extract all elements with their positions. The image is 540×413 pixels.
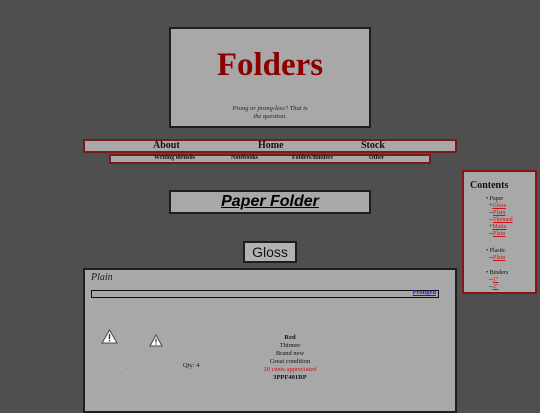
main-nav: About Home Stock — [83, 139, 457, 153]
contents-group-label: Plastic — [486, 248, 506, 255]
product-tab-bar: Pronged — [91, 289, 439, 298]
product-details: Red Thinner Brand new Great condition 20… — [235, 334, 345, 382]
detail-condition-2: Great condition — [269, 358, 311, 365]
contents-link-themed[interactable]: Themed — [493, 217, 513, 223]
site-title: Folders — [216, 47, 324, 83]
tagline-line-1: Prong or prong-less? That is — [232, 105, 308, 112]
pronged-link[interactable]: Pronged — [413, 289, 436, 296]
detail-thickness: Thinner — [279, 342, 301, 349]
tagline-line-2: the question. — [253, 113, 287, 121]
nav-stock[interactable]: Stock — [361, 140, 385, 151]
detail-color: Red — [284, 334, 296, 341]
detail-condition-1: Brand new — [275, 350, 305, 357]
contents-group-binders: Binders --1" --2" — [486, 270, 508, 291]
warning-icon — [101, 329, 118, 344]
nav-notebooks[interactable]: Notebooks — [231, 155, 258, 161]
sub-nav: Writing utensils Notebooks Folders/Binde… — [109, 154, 431, 164]
contents-link-matte[interactable]: Matte — [492, 224, 506, 230]
contents-link-plastic-plain[interactable]: Plain — [493, 255, 505, 261]
contents-link-plain[interactable]: Plain — [493, 210, 505, 216]
placeholder-dot: . — [127, 366, 129, 371]
contents-link-matte-plain[interactable]: Plain — [493, 231, 505, 237]
quantity-label: Qty: 4 — [183, 362, 200, 369]
contents-group-label: Paper — [486, 196, 513, 203]
contents-group-paper: Paper +Gloss --Plain --Themed +Matte --P… — [486, 196, 513, 238]
contents-group-label: Binders — [486, 270, 509, 277]
gloss-heading-box: Gloss — [243, 241, 297, 263]
contents-title: Contents — [470, 180, 509, 191]
section-title: Paper Folder — [221, 193, 319, 210]
product-panel: Plain Pronged . Qty: 4 Red Thinner Brand… — [83, 268, 457, 413]
product-heading: Plain — [91, 272, 113, 283]
header-banner: Folders Prong or prong-less? That is the… — [169, 27, 371, 128]
nav-about[interactable]: About — [153, 140, 180, 151]
contents-link-binder-1in[interactable]: 1" — [493, 277, 498, 283]
nav-folders-binders[interactable]: Folders/Binders — [292, 155, 333, 161]
gloss-heading: Gloss — [252, 244, 288, 260]
section-title-box: Paper Folder — [169, 190, 371, 214]
contents-link-gloss[interactable]: Gloss — [492, 203, 506, 209]
tagline: Prong or prong-less? That is the questio… — [171, 105, 369, 121]
contents-link-binder-2in[interactable]: 2" — [493, 284, 498, 290]
detail-sku: 3PPF401RP — [273, 374, 307, 381]
nav-other[interactable]: Other — [369, 155, 384, 161]
nav-home[interactable]: Home — [258, 140, 284, 151]
detail-price: 20 cents appreciated — [263, 366, 317, 373]
contents-group-plastic: Plastic --Plain — [486, 248, 506, 262]
nav-writing-utensils[interactable]: Writing utensils — [154, 155, 195, 161]
warning-icon — [149, 334, 163, 347]
contents-sidebar: Contents Paper +Gloss --Plain --Themed +… — [462, 170, 537, 294]
